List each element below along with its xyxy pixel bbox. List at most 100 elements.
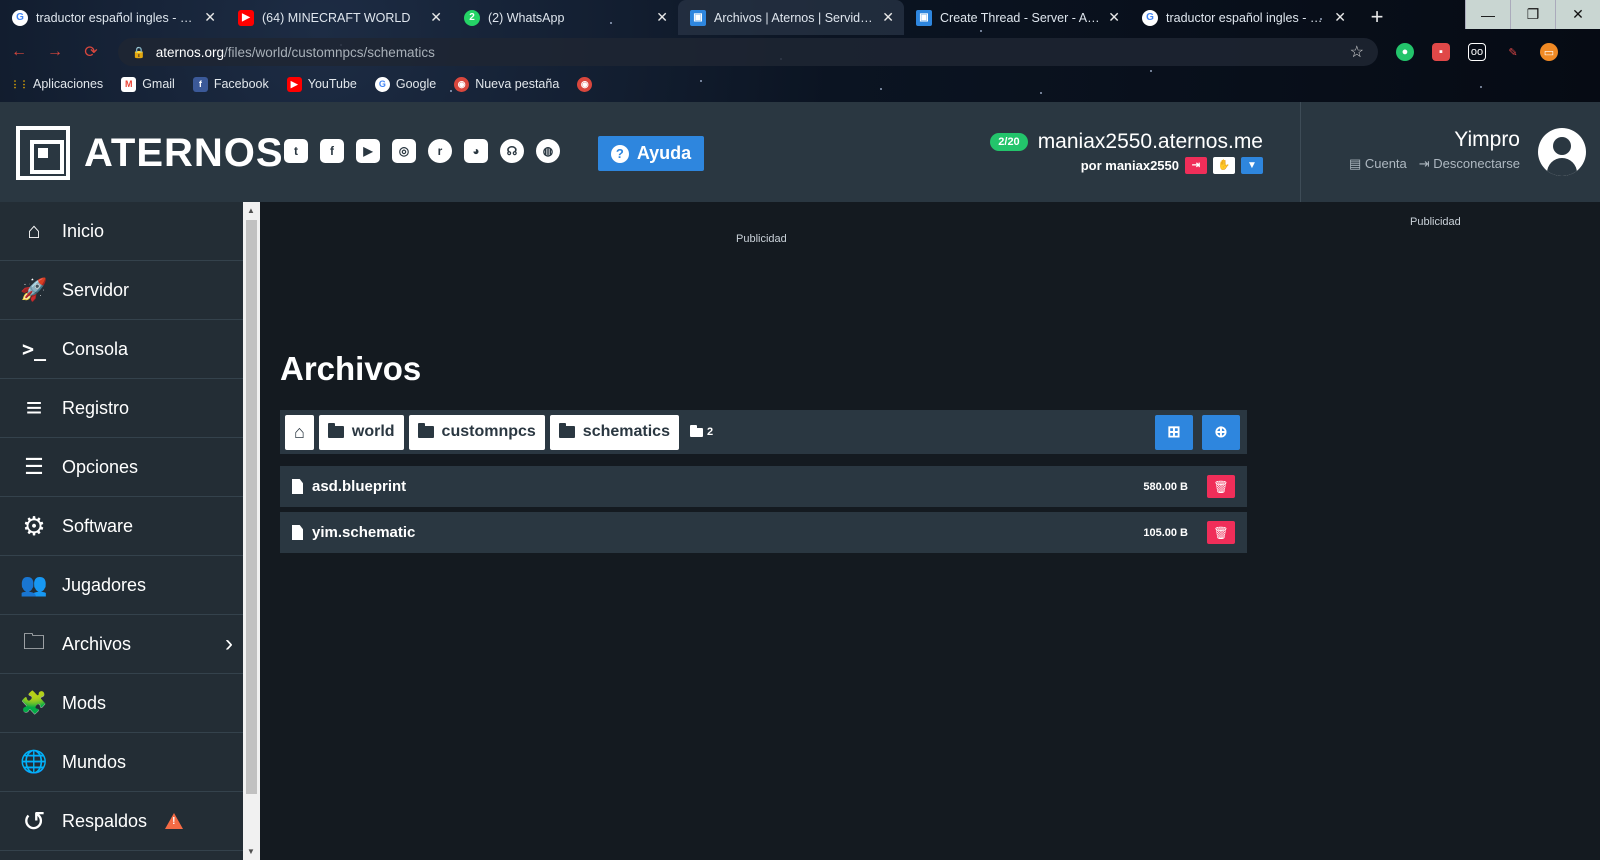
extension-orange-icon[interactable]: ▭	[1540, 43, 1558, 61]
close-window-button[interactable]: ✕	[1555, 0, 1600, 29]
sidebar-item-opciones[interactable]: ☰ Opciones	[0, 438, 243, 497]
sidebar-item-respaldos[interactable]: ↺ Respaldos	[0, 792, 243, 851]
sidebar-item-registro[interactable]: ≡ Registro	[0, 379, 243, 438]
sidebar-scrollbar[interactable]: ▲ ▼	[243, 202, 260, 860]
breadcrumb-home[interactable]: ⌂	[285, 414, 314, 450]
browser-tab[interactable]: 2 (2) WhatsApp ✕	[452, 0, 678, 35]
bookmark-star-icon[interactable]: ☆	[1350, 42, 1364, 62]
tab-close-icon[interactable]: ✕	[430, 9, 442, 26]
sidebar-item-jugadores[interactable]: 👥 Jugadores	[0, 556, 243, 615]
tab-title: traductor español ingles - Busc	[36, 10, 197, 25]
server-address[interactable]: maniax2550.aternos.me	[1038, 130, 1263, 154]
tab-close-icon[interactable]: ✕	[882, 9, 894, 26]
bookmark-gmail[interactable]: M Gmail	[121, 76, 175, 92]
folder-count: 2	[689, 424, 713, 438]
tab-strip: G traductor español ingles - Busc ✕ ▶ (6…	[0, 0, 1600, 35]
discord-icon[interactable]: ◕	[464, 139, 488, 163]
handshake-icon[interactable]: ✋	[1213, 157, 1235, 174]
sidebar-item-archivos[interactable]: 🗀 Archivos ›	[0, 615, 243, 674]
whatsapp-favicon-icon: 2	[464, 9, 480, 26]
server-dropdown-icon[interactable]: ▼	[1241, 157, 1263, 174]
file-icon	[292, 525, 303, 540]
logout-link[interactable]: ⇥ Desconectarse	[1419, 156, 1520, 172]
youtube-icon[interactable]: ▶	[356, 139, 380, 163]
new-file-button[interactable]: ⊕	[1202, 414, 1240, 450]
file-row[interactable]: asd.blueprint 580.00 B 🗑	[280, 466, 1247, 507]
scroll-up-icon[interactable]: ▲	[247, 206, 255, 215]
tab-close-icon[interactable]: ✕	[1334, 9, 1346, 26]
browser-tab[interactable]: ▶ (64) MINECRAFT WORLD ✕	[226, 0, 452, 35]
home-icon: ⌂	[27, 218, 41, 243]
aternos-logo[interactable]: ATERNOS	[16, 126, 284, 180]
tab-title: Create Thread - Server - Atern	[940, 10, 1101, 25]
extension-red-icon[interactable]: ▪	[1432, 43, 1450, 61]
new-tab-button[interactable]: +	[1362, 2, 1392, 32]
github-icon[interactable]: ◍	[536, 139, 560, 163]
restore-button[interactable]: ❐	[1510, 0, 1555, 29]
browser-tab[interactable]: G traductor español ingles - Busc ✕	[0, 0, 226, 35]
browser-tab-active[interactable]: ▣ Archivos | Aternos | Servidor d ✕	[678, 0, 904, 35]
extension-pen-icon[interactable]: ✎	[1504, 43, 1522, 61]
twitter-icon[interactable]: t	[284, 139, 308, 163]
back-button[interactable]: ←	[10, 43, 28, 61]
sidebar-item-consola[interactable]: >_ Consola	[0, 320, 243, 379]
tab-close-icon[interactable]: ✕	[204, 9, 216, 26]
file-name[interactable]: asd.blueprint	[312, 478, 406, 495]
bookmark-apps[interactable]: ⋮⋮ Aplicaciones	[10, 77, 104, 92]
apps-icon: ⋮⋮	[10, 78, 29, 89]
bookmark-google[interactable]: G Google	[374, 76, 436, 92]
newtab-icon: ◉	[454, 76, 470, 92]
aternos-logo-icon	[16, 126, 70, 180]
bookmark-youtube[interactable]: ▶ YouTube	[286, 76, 357, 92]
browser-tab[interactable]: G traductor español ingles - Busc ✕	[1130, 0, 1356, 35]
file-size: 580.00 B	[1143, 480, 1188, 493]
sidebar-item-inicio[interactable]: ⌂ Inicio	[0, 202, 243, 261]
sidebar-item-servidor[interactable]: 🚀 Servidor	[0, 261, 243, 320]
file-name[interactable]: yim.schematic	[312, 524, 415, 541]
forward-button[interactable]: →	[46, 43, 64, 61]
account-link[interactable]: ▤ Cuenta	[1349, 156, 1407, 172]
facebook-icon[interactable]: f	[320, 139, 344, 163]
browser-tab[interactable]: ▣ Create Thread - Server - Atern ✕	[904, 0, 1130, 35]
scroll-down-icon[interactable]: ▼	[247, 847, 255, 856]
sidebar-item-mundos[interactable]: 🌐 Mundos	[0, 733, 243, 792]
warning-icon	[165, 813, 184, 829]
scrollbar-thumb[interactable]	[246, 220, 257, 794]
file-row[interactable]: yim.schematic 105.00 B 🗑	[280, 512, 1247, 553]
avatar[interactable]	[1538, 128, 1586, 176]
extension-green-icon[interactable]: ●	[1396, 43, 1414, 61]
browser-toolbar: ← → ⟳ 🔒 aternos.org/files/world/customnp…	[0, 35, 1600, 69]
tab-close-icon[interactable]: ✕	[656, 9, 668, 26]
file-plus-icon: ⊕	[1214, 424, 1228, 441]
tab-close-icon[interactable]: ✕	[1108, 9, 1120, 26]
bookmark-extra[interactable]: ◉	[577, 76, 593, 92]
minimize-button[interactable]: —	[1465, 0, 1510, 29]
breadcrumb-item[interactable]: world	[318, 414, 404, 450]
folder-icon: 🗀	[22, 629, 45, 654]
users-icon: 👥	[20, 572, 48, 597]
extension-glasses-icon[interactable]: oo	[1468, 43, 1486, 61]
rocket-icon: 🚀	[20, 277, 48, 302]
breadcrumb-item[interactable]: customnpcs	[408, 414, 545, 450]
trash-icon: 🗑	[1213, 525, 1229, 540]
reddit-icon[interactable]: r	[428, 139, 452, 163]
delete-file-button[interactable]: 🗑	[1207, 475, 1235, 498]
gmail-icon: M	[121, 76, 137, 92]
window-controls: — ❐ ✕	[1465, 0, 1600, 29]
sidebar-item-mods[interactable]: 🧩 Mods	[0, 674, 243, 733]
new-folder-button[interactable]: ⊞	[1155, 414, 1193, 450]
bookmark-facebook[interactable]: f Facebook	[192, 76, 269, 92]
address-bar[interactable]: 🔒 aternos.org/files/world/customnpcs/sch…	[118, 38, 1378, 66]
reload-button[interactable]: ⟳	[82, 42, 100, 62]
facebook-icon: f	[192, 76, 208, 92]
breadcrumb-item[interactable]: schematics	[549, 414, 679, 450]
instagram-icon[interactable]: ◎	[392, 139, 416, 163]
leave-server-icon[interactable]: ⇥	[1185, 157, 1207, 174]
help-button[interactable]: ? Ayuda	[598, 136, 704, 171]
sidebar-item-software[interactable]: ⚙ Software	[0, 497, 243, 556]
log-icon: ≡	[25, 392, 43, 423]
delete-file-button[interactable]: 🗑	[1207, 521, 1235, 544]
headset-support-icon[interactable]: ☊	[500, 139, 524, 163]
bookmark-new-tab[interactable]: ◉ Nueva pestaña	[454, 76, 559, 92]
lock-icon: 🔒	[132, 46, 146, 59]
